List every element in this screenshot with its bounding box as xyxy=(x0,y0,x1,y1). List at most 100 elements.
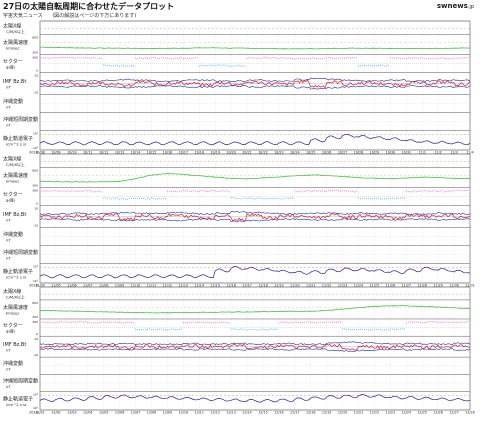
sector-point xyxy=(162,329,165,331)
sector-point xyxy=(77,56,79,58)
sector-point xyxy=(294,58,296,60)
sector-point xyxy=(170,58,172,60)
imf-tick-10: 10 xyxy=(34,337,38,341)
sector-point xyxy=(176,191,178,193)
sector-point xyxy=(148,57,151,60)
sector-point xyxy=(184,57,186,59)
sector-point xyxy=(266,198,268,200)
panel-unit-1: km/sec xyxy=(6,179,20,184)
sector-point xyxy=(212,65,214,67)
sector-point xyxy=(367,197,370,200)
sector-point xyxy=(298,57,300,59)
sector-point xyxy=(447,190,449,192)
sector-point xyxy=(284,57,286,59)
sector-point xyxy=(206,321,208,323)
sector-point xyxy=(413,190,415,192)
sector-point xyxy=(459,57,461,59)
sector-point xyxy=(142,57,145,59)
sector-point xyxy=(51,321,53,324)
sector-point xyxy=(407,321,409,323)
sector-point xyxy=(174,329,176,331)
sector-point xyxy=(373,197,376,199)
sector-point xyxy=(166,190,169,192)
sector-point xyxy=(455,57,457,59)
sector-point xyxy=(166,329,169,331)
sector-point xyxy=(43,57,45,59)
sector-point xyxy=(61,56,63,58)
sector-point xyxy=(43,321,45,323)
sector-point xyxy=(250,57,252,59)
sector-point xyxy=(138,57,141,59)
sector-point xyxy=(393,197,395,200)
sector-point xyxy=(188,190,190,192)
sector-point xyxy=(134,328,137,330)
sector-point xyxy=(220,65,222,67)
sector-point xyxy=(103,321,105,323)
sector-point xyxy=(377,64,380,66)
sector-point xyxy=(43,189,45,192)
sector-point xyxy=(164,57,167,59)
sector-point xyxy=(260,197,262,199)
sector-point xyxy=(365,328,368,331)
sector-point xyxy=(262,328,264,330)
electron-tick-bottom: 10¹ xyxy=(33,406,39,410)
panel-unit-0: C/M/X以上 xyxy=(6,162,25,167)
electron-series xyxy=(39,266,471,279)
sector-point xyxy=(254,57,256,59)
sector-point xyxy=(258,197,260,199)
sector-point xyxy=(57,190,59,192)
sector-point xyxy=(268,57,270,59)
sector-point xyxy=(302,191,304,193)
sector-point xyxy=(194,190,196,192)
sector-point xyxy=(379,64,382,66)
sector-point xyxy=(389,197,391,200)
sector-point xyxy=(162,197,165,199)
sector-point xyxy=(431,190,433,192)
sector-point xyxy=(264,56,266,58)
sector-point xyxy=(286,197,288,199)
sector-point xyxy=(455,189,457,192)
sector-point xyxy=(349,57,352,59)
wind-tick-300: 300 xyxy=(32,51,38,55)
panel-unit-1: km/sec xyxy=(6,310,20,315)
sector-point xyxy=(256,329,258,331)
sector-point xyxy=(467,189,469,191)
sector-point xyxy=(351,329,354,331)
sector-point xyxy=(298,191,300,193)
sector-point xyxy=(463,190,465,192)
sector-point xyxy=(433,57,435,60)
sector-point xyxy=(415,321,417,323)
sector-point xyxy=(316,322,318,324)
sector-point xyxy=(445,190,447,193)
sector-point xyxy=(451,321,453,323)
x-tick-label: 12/03 xyxy=(67,411,77,415)
sector-point xyxy=(158,197,161,200)
sector-point xyxy=(451,190,453,192)
x-tick-label: 12/05 xyxy=(99,411,109,415)
sector-point xyxy=(266,329,268,331)
sector-point xyxy=(160,198,163,200)
sector-point xyxy=(200,64,202,66)
sector-point xyxy=(435,321,437,323)
sector-point xyxy=(312,190,314,192)
sector-point xyxy=(425,321,427,324)
x-tick-label: 12/07 xyxy=(131,411,141,415)
electron-tick-top: 10⁵ xyxy=(33,132,39,136)
sector-point xyxy=(71,56,73,59)
sector-point xyxy=(320,321,322,323)
sector-point xyxy=(200,190,202,192)
sector-point xyxy=(202,65,204,67)
sector-point xyxy=(254,198,256,200)
x-tick-label: 12/06 xyxy=(115,411,125,415)
imf-tick-10: 10 xyxy=(34,207,38,211)
sector-point xyxy=(176,57,178,59)
sector-point xyxy=(45,57,47,59)
sector-point xyxy=(282,57,284,59)
panel-unit-3: nT xyxy=(6,85,11,90)
sector-point xyxy=(351,190,354,192)
sector-point xyxy=(178,328,180,331)
sector-point xyxy=(123,198,125,200)
sector-point xyxy=(230,197,232,199)
sector-point xyxy=(419,321,421,323)
sector-point xyxy=(353,56,356,59)
